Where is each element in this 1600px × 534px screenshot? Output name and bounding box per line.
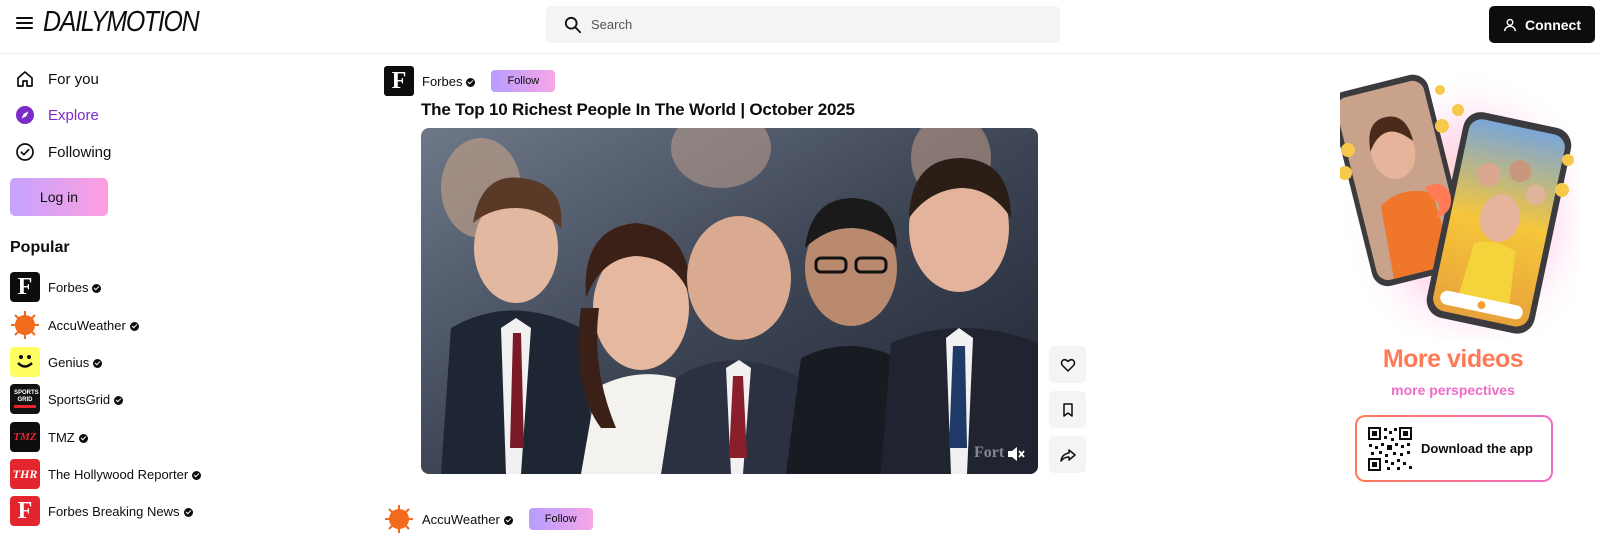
channel-name: Genius	[48, 354, 103, 370]
channel-name-text: Forbes Breaking News	[48, 503, 180, 519]
channel-name: Forbes Breaking News	[48, 504, 193, 519]
channel-name: The Hollywood Reporter	[48, 466, 202, 482]
nav-item-explore[interactable]: Explore	[14, 103, 99, 127]
promo-subtitle: more perspectives	[1391, 382, 1515, 398]
login-button[interactable]: Log in	[10, 178, 108, 216]
hamburger-menu-icon[interactable]	[16, 14, 36, 34]
channel-name: SportsGrid	[48, 391, 124, 407]
verified-badge-icon	[192, 470, 202, 480]
share-button[interactable]	[1049, 436, 1086, 473]
promo-title: More videos	[1382, 345, 1524, 373]
sportsgrid-logo: SPORTS GRID	[10, 384, 40, 414]
post-header: AccuWeather Follow	[384, 504, 593, 534]
bookmark-icon	[1062, 402, 1073, 417]
channel-item-forbes[interactable]: F Forbes	[10, 272, 102, 302]
channel-item-sportsgrid[interactable]: SPORTS GRID SportsGrid	[10, 384, 124, 414]
like-button[interactable]	[1049, 346, 1086, 383]
nav-item-following[interactable]: Following	[14, 140, 111, 164]
check-circle-icon	[14, 141, 36, 163]
verified-badge-icon	[92, 283, 102, 293]
download-app-button[interactable]: Download the app	[1355, 415, 1553, 482]
channel-name-text: AccuWeather	[48, 317, 126, 333]
user-icon	[1504, 18, 1516, 31]
follow-button[interactable]: Follow	[528, 508, 593, 530]
channel-name: AccuWeather	[48, 318, 139, 333]
video-player[interactable]: Fort	[421, 128, 1038, 474]
channel-item-hollywood-reporter[interactable]: THR The Hollywood Reporter	[10, 459, 202, 489]
tmz-logo: TMZ	[10, 422, 40, 452]
video-thumbnail	[421, 128, 1038, 474]
sportsgrid-logo-text: SPORTS GRID	[14, 390, 39, 403]
popular-heading: Popular	[10, 239, 70, 256]
channel-name-text: SportsGrid	[48, 391, 111, 407]
dailymotion-logo[interactable]: DAILYMOTION	[43, 6, 200, 39]
verified-badge-icon	[466, 77, 476, 87]
channel-item-forbes-breaking-news[interactable]: F Forbes Breaking News	[10, 496, 193, 526]
qr-code-icon	[1367, 425, 1413, 472]
app-promo-phones-image	[1340, 68, 1580, 338]
tmz-logo-text: TMZ	[13, 431, 37, 443]
channel-name-text: Genius	[48, 354, 90, 370]
verified-badge-icon	[114, 395, 124, 405]
post-channel-name[interactable]: AccuWeather	[422, 512, 513, 527]
mute-icon[interactable]	[1006, 444, 1026, 464]
home-icon	[14, 68, 36, 90]
nav-label-following: Following	[48, 143, 112, 161]
forbes-avatar[interactable]: F	[384, 66, 414, 96]
search-bar[interactable]	[546, 6, 1060, 43]
genius-logo	[10, 347, 40, 377]
forbes-logo: F	[10, 272, 40, 302]
compass-icon	[14, 104, 36, 126]
heart-icon	[1060, 358, 1075, 372]
post-header: F Forbes Follow	[384, 66, 556, 96]
thr-logo: THR	[10, 459, 40, 489]
search-icon	[564, 16, 582, 34]
accuweather-logo	[10, 310, 40, 340]
channel-name-text: The Hollywood Reporter	[48, 466, 189, 482]
post-channel-name-text: Forbes	[422, 73, 463, 89]
nav-label-for-you: For you	[48, 70, 99, 88]
channel-name-text: TMZ	[48, 429, 75, 445]
download-app-label: Download the app	[1421, 441, 1533, 456]
sportsgrid-stripe	[14, 405, 36, 408]
top-bar: DAILYMOTION Connect	[0, 0, 1600, 54]
thr-logo-text: THR	[12, 466, 38, 481]
connect-label: Connect	[1525, 16, 1581, 33]
connect-button[interactable]: Connect	[1489, 6, 1595, 43]
verified-badge-icon	[183, 507, 193, 517]
share-icon	[1059, 448, 1076, 462]
channel-item-tmz[interactable]: TMZ TMZ	[10, 422, 88, 452]
search-input[interactable]	[591, 6, 1041, 43]
save-button[interactable]	[1049, 391, 1086, 428]
verified-badge-icon	[78, 433, 88, 443]
channel-name-text: Forbes	[48, 279, 89, 295]
post-channel-name-text: AccuWeather	[422, 511, 500, 527]
channel-item-genius[interactable]: Genius	[10, 347, 103, 377]
nav-label-explore: Explore	[48, 106, 99, 124]
forbes-breaking-news-logo: F	[10, 496, 40, 526]
post-channel-name[interactable]: Forbes	[422, 73, 476, 89]
verified-badge-icon	[503, 515, 513, 525]
channel-item-accuweather[interactable]: AccuWeather	[10, 310, 139, 340]
forbes-logo-letter: F	[17, 273, 33, 300]
video-title[interactable]: The Top 10 Richest People In The World |…	[421, 100, 855, 120]
follow-button[interactable]: Follow	[491, 70, 556, 92]
verified-badge-icon	[93, 358, 103, 368]
accuweather-avatar[interactable]	[384, 504, 414, 534]
forbes-watermark: Fort	[974, 444, 1005, 461]
forbes-breaking-logo-letter: F	[17, 497, 33, 524]
channel-name: Forbes	[48, 279, 102, 295]
sidebar: For you Explore Following Log in Popular…	[0, 55, 300, 534]
forbes-avatar-letter: F	[391, 67, 407, 94]
nav-item-for-you[interactable]: For you	[14, 67, 99, 91]
verified-badge-icon	[129, 321, 139, 331]
channel-name: TMZ	[48, 430, 88, 445]
